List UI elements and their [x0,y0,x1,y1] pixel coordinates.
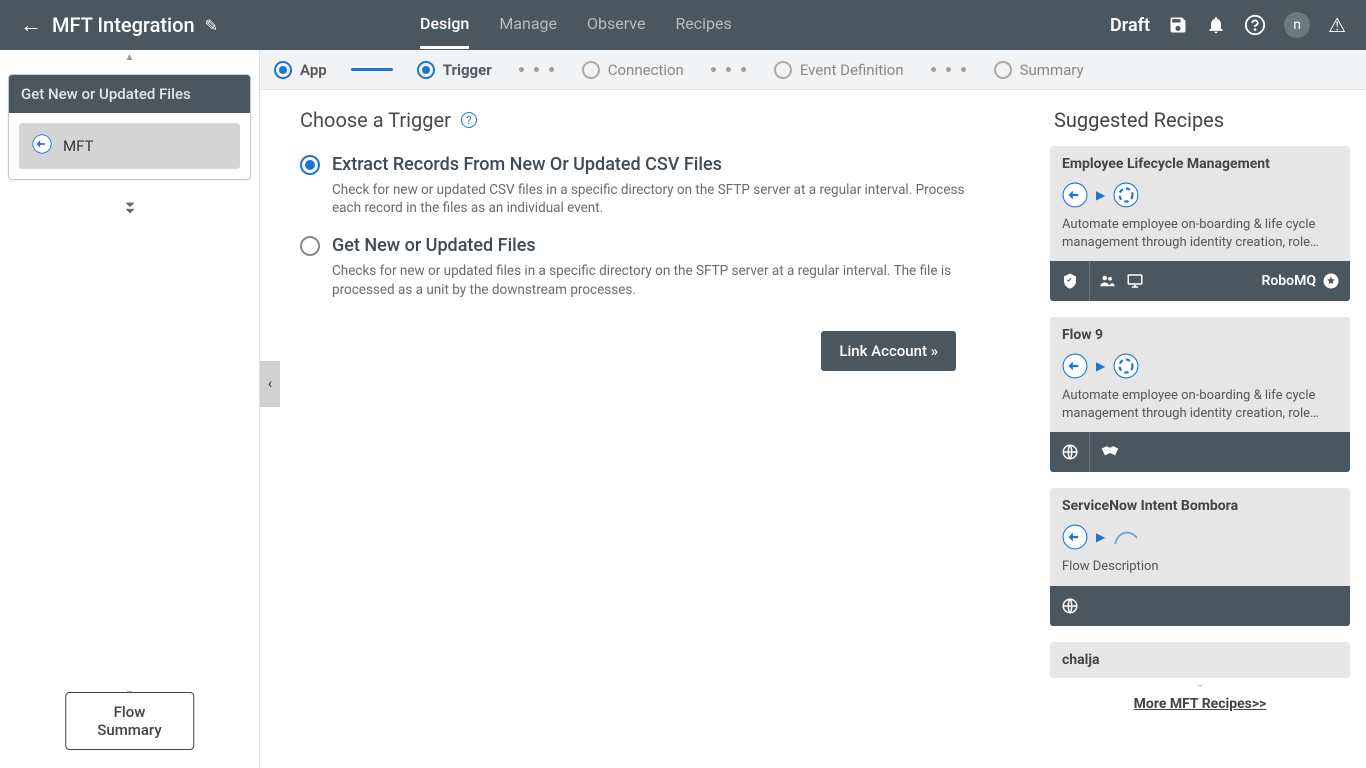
sidebar-card: Get New or Updated Files MFT [8,74,251,180]
topbar: ← MFT Integration ✎ Design Manage Observ… [0,0,1366,50]
radio-icon[interactable] [300,236,320,256]
sidebar-item-mft[interactable]: MFT [19,123,240,169]
step-label: Summary [1020,61,1084,79]
step-connector-dots [519,67,554,72]
step-event-definition[interactable]: Event Definition [774,61,904,79]
trigger-option-get-files: Get New or Updated Files Checks for new … [300,235,1016,298]
recipe-flow-icons: ▶ [1050,518,1350,558]
globe-icon [1050,432,1090,472]
sidebar: ▲ Get New or Updated Files MFT ▼ Flow Su… [0,50,260,768]
form-area: Choose a Trigger ? Extract Records From … [260,90,1046,768]
step-app[interactable]: App [274,61,327,79]
step-label: Event Definition [800,61,904,79]
flow-summary-button[interactable]: Flow Summary [65,692,195,750]
recipe-footer [1050,586,1350,626]
scroll-up-icon[interactable]: ▲ [125,52,135,63]
arrow-icon: ▶ [1096,188,1105,202]
radio-label: Extract Records From New Or Updated CSV … [332,154,722,175]
footer-icons [1090,261,1152,301]
recipe-vendor: RoboMQ [1261,272,1350,290]
step-connector-dots [931,67,966,72]
tab-observe[interactable]: Observe [587,1,645,49]
recipe-card[interactable]: Flow 9 ▶ Automate employee on-boarding &… [1050,317,1350,472]
radio-head[interactable]: Extract Records From New Or Updated CSV … [300,154,1016,175]
expand-chevron-icon[interactable] [8,198,251,222]
topbar-right: Draft n ⚠ [1110,12,1366,38]
trigger-option-extract-csv: Extract Records From New Or Updated CSV … [300,154,1016,217]
form-title-text: Choose a Trigger [300,108,451,132]
link-account-button[interactable]: Link Account » [821,331,956,371]
suggestions-title: Suggested Recipes [1050,108,1350,132]
target-node-icon [1113,353,1139,379]
save-icon[interactable] [1168,15,1188,35]
tab-design[interactable]: Design [420,1,469,49]
user-avatar[interactable]: n [1284,12,1310,38]
edit-icon[interactable]: ✎ [205,16,218,35]
arrow-icon: ▶ [1096,359,1105,373]
step-label: Trigger [443,61,492,79]
form-title: Choose a Trigger ? [300,108,1016,132]
mft-node-icon [31,133,53,159]
source-node-icon [1062,524,1088,550]
recipe-name: Employee Lifecycle Management [1062,156,1338,172]
step-label: Connection [608,61,684,79]
target-node-icon [1113,182,1139,208]
suggestions-panel: Suggested Recipes Employee Lifecycle Man… [1046,90,1366,768]
step-summary[interactable]: Summary [994,61,1084,79]
step-connector-line [351,68,393,71]
recipe-flow-icons: ▶ [1050,347,1350,387]
tab-manage[interactable]: Manage [499,1,557,49]
star-icon [1322,272,1340,290]
help-icon[interactable] [1244,14,1266,36]
recipe-name: Flow 9 [1062,327,1338,343]
shield-icon [1050,261,1090,301]
help-circle-icon[interactable]: ? [461,112,477,128]
arrow-icon: ▶ [1096,530,1105,544]
step-connector-dots [711,67,746,72]
content: App Trigger Connection Event Definition … [260,50,1366,768]
bell-icon[interactable] [1206,15,1226,35]
users-icon [1098,272,1116,290]
more-recipes-link[interactable]: More MFT Recipes>> [1050,696,1350,712]
step-trigger[interactable]: Trigger [417,61,492,79]
sidebar-item-label: MFT [63,137,93,155]
app-title: MFT Integration [52,13,195,37]
warning-icon[interactable]: ⚠ [1328,13,1346,37]
recipe-card[interactable]: ServiceNow Intent Bombora ▶ Flow Descrip… [1050,488,1350,626]
radio-desc: Checks for new or updated files in a spe… [332,262,972,298]
radio-desc: Check for new or updated CSV files in a … [332,181,972,217]
globe-icon [1050,586,1090,626]
recipe-card[interactable]: Employee Lifecycle Management ▶ Automate… [1050,146,1350,301]
status-label: Draft [1110,15,1150,36]
handshake-icon [1090,432,1130,472]
recipe-footer: RoboMQ [1050,261,1350,301]
step-label: App [300,61,327,79]
target-node-icon [1113,526,1139,548]
back-arrow-icon[interactable]: ← [20,12,42,38]
recipe-footer [1050,432,1350,472]
radio-icon[interactable] [300,155,320,175]
radio-label: Get New or Updated Files [332,235,536,256]
recipe-desc: Automate employee on-boarding & life cyc… [1050,216,1350,261]
recipe-name: ServiceNow Intent Bombora [1062,498,1338,514]
collapse-handle-icon[interactable]: ‹ [260,361,280,407]
main: ▲ Get New or Updated Files MFT ▼ Flow Su… [0,50,1366,768]
sidebar-card-header: Get New or Updated Files [9,75,250,113]
monitor-icon [1126,272,1144,290]
body-row: Choose a Trigger ? Extract Records From … [260,90,1366,768]
topbar-left: ← MFT Integration ✎ [0,12,420,38]
source-node-icon [1062,182,1088,208]
recipe-flow-icons: ▶ [1050,176,1350,216]
recipe-desc: Automate employee on-boarding & life cyc… [1050,387,1350,432]
tab-recipes[interactable]: Recipes [675,1,731,49]
step-connection[interactable]: Connection [582,61,684,79]
radio-head[interactable]: Get New or Updated Files [300,235,1016,256]
recipe-name: chalja [1062,652,1338,668]
recipe-card[interactable]: chalja [1050,642,1350,678]
chevron-down-icon[interactable]: ⌄ [1050,676,1350,690]
stepper: App Trigger Connection Event Definition … [260,50,1366,90]
recipe-desc: Flow Description [1050,558,1350,586]
topbar-tabs: Design Manage Observe Recipes [420,1,732,49]
source-node-icon [1062,353,1088,379]
